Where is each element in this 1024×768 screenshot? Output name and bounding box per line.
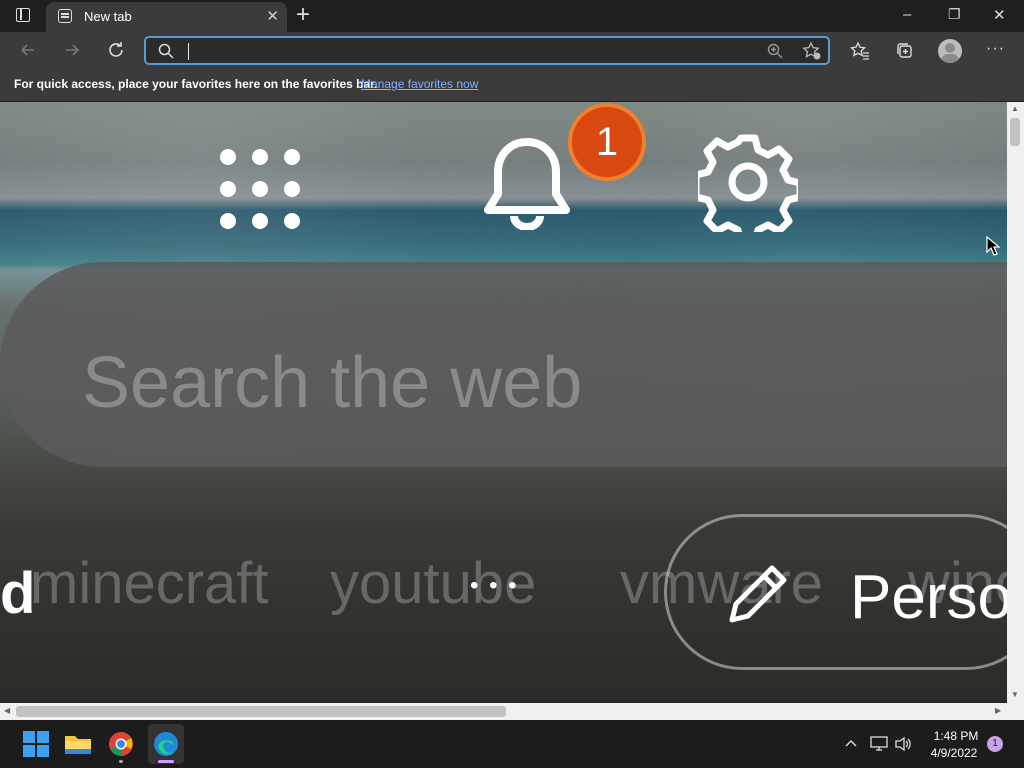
manage-favorites-link[interactable]: Manage favorites now [361, 77, 478, 91]
horizontal-scroll-thumb[interactable] [16, 706, 506, 717]
back-icon[interactable] [18, 40, 38, 65]
clock-date[interactable]: 4/9/2022 [924, 746, 984, 760]
zoom-icon[interactable] [766, 42, 784, 65]
network-icon[interactable] [870, 736, 888, 757]
add-favorite-icon[interactable] [802, 41, 822, 66]
search-icon [157, 42, 175, 65]
collections-icon[interactable] [895, 41, 915, 66]
vertical-scrollbar[interactable] [1007, 102, 1024, 703]
favorites-icon[interactable] [849, 41, 870, 66]
scroll-left-arrow[interactable]: ◀ [4, 706, 10, 715]
minimize-button[interactable]: – [903, 6, 911, 23]
new-tab-button[interactable]: + [296, 1, 310, 29]
edge-icon[interactable] [150, 728, 182, 760]
search-placeholder: Search the web [82, 343, 583, 423]
scroll-up-arrow[interactable]: ▲ [1011, 104, 1019, 113]
chevron-up-icon[interactable] [844, 737, 858, 756]
tab-new-tab[interactable]: New tab ✕ [46, 2, 287, 32]
restore-button[interactable]: ❐ [948, 6, 961, 23]
chrome-running-indicator [119, 760, 123, 763]
newtab-icon [58, 9, 72, 23]
close-window-button[interactable]: ✕ [993, 6, 1006, 24]
tab-close-button[interactable]: ✕ [266, 7, 279, 25]
personalize-label: Perso [850, 563, 1007, 632]
profile-avatar[interactable] [938, 39, 962, 63]
chrome-icon[interactable] [105, 728, 137, 760]
new-tab-page: Search the web d minecraft youtube • • •… [0, 102, 1007, 703]
scroll-down-arrow[interactable]: ▼ [1011, 690, 1019, 699]
settings-more-icon[interactable]: ··· [986, 40, 1005, 58]
volume-icon[interactable] [894, 736, 912, 757]
quick-link-minecraft[interactable]: minecraft [30, 550, 269, 617]
notifications-bell-icon[interactable] [482, 136, 572, 235]
forward-icon[interactable] [62, 40, 82, 65]
more-options-icon[interactable]: • • • [470, 572, 519, 600]
notification-badge: 1 [568, 103, 646, 181]
windows-start-icon[interactable] [20, 728, 52, 760]
refresh-icon[interactable] [106, 40, 126, 65]
address-input[interactable] [190, 39, 754, 63]
file-explorer-icon[interactable] [62, 728, 94, 760]
vertical-scroll-thumb[interactable] [1010, 118, 1020, 146]
notification-center-badge[interactable]: 1 [987, 736, 1003, 752]
text-caret [188, 43, 189, 60]
tab-title: New tab [84, 9, 132, 24]
pencil-icon [726, 560, 792, 631]
favorites-bar-hint: For quick access, place your favorites h… [14, 77, 378, 91]
app-launcher-icon[interactable] [218, 147, 302, 236]
tab-actions-icon[interactable] [16, 8, 30, 22]
mouse-cursor [986, 235, 1001, 261]
clock-time[interactable]: 1:48 PM [932, 729, 980, 743]
scroll-right-arrow[interactable]: ▶ [995, 706, 1001, 715]
scrollbar-corner [1007, 703, 1024, 720]
page-settings-gear-icon[interactable] [692, 132, 804, 246]
edge-active-indicator [158, 760, 174, 763]
